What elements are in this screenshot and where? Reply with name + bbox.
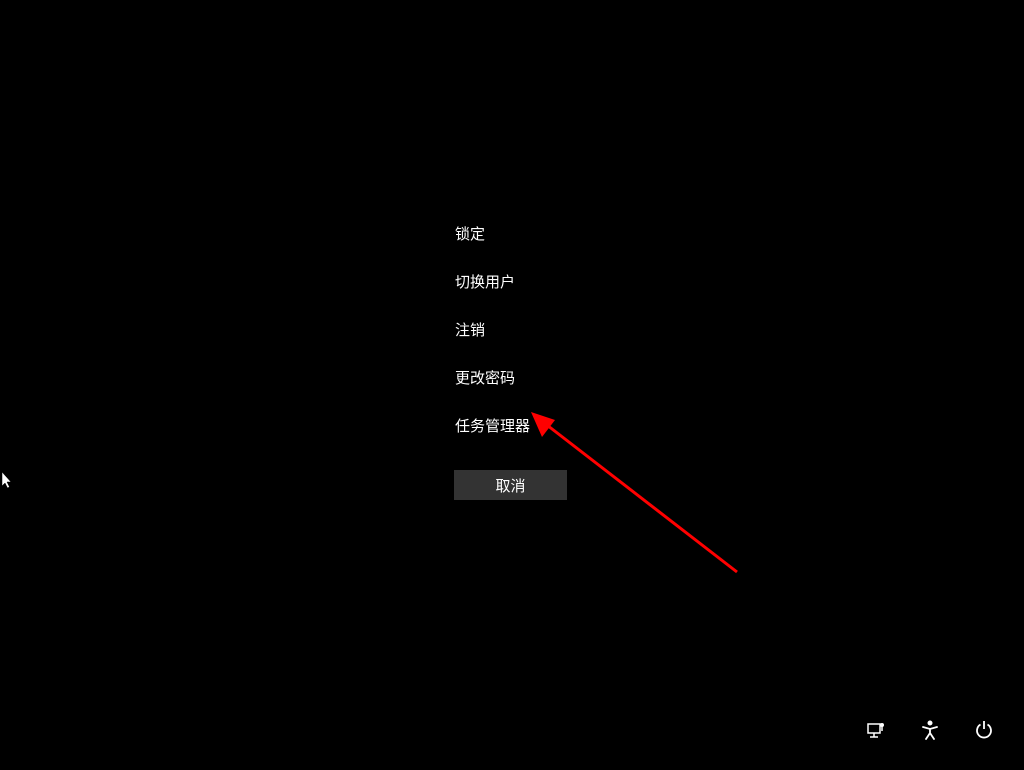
accessibility-icon[interactable] — [920, 720, 940, 740]
menu-item-sign-out[interactable]: 注销 — [455, 319, 530, 340]
cancel-button[interactable]: 取消 — [454, 470, 567, 500]
menu-item-task-manager[interactable]: 任务管理器 — [455, 415, 530, 436]
power-icon[interactable] — [974, 720, 994, 740]
security-menu: 锁定 切换用户 注销 更改密码 任务管理器 — [455, 223, 530, 436]
bottom-icons-bar — [866, 720, 994, 740]
network-icon[interactable] — [866, 720, 886, 740]
menu-item-change-password[interactable]: 更改密码 — [455, 367, 530, 388]
menu-item-lock[interactable]: 锁定 — [455, 223, 530, 244]
cancel-button-container: 取消 — [454, 470, 567, 500]
cursor-icon — [2, 472, 14, 490]
menu-item-switch-user[interactable]: 切换用户 — [455, 271, 530, 292]
